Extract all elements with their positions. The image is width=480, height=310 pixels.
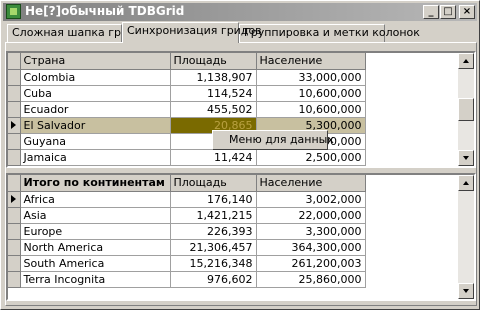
close-button[interactable]: × bbox=[459, 5, 475, 19]
cell-population[interactable]: 22,000,000 bbox=[256, 207, 366, 224]
table-row[interactable]: Jamaica 11,424 2,500,000 bbox=[8, 149, 366, 166]
cell-area[interactable]: 15,216,348 bbox=[170, 255, 257, 272]
cell-population[interactable]: 25,860,000 bbox=[256, 271, 366, 288]
cell-population[interactable]: 2,500,000 bbox=[256, 149, 366, 166]
arrow-down-icon bbox=[463, 156, 469, 160]
scroll-thumb[interactable] bbox=[458, 98, 474, 121]
cell-country[interactable]: Colombia bbox=[20, 69, 171, 86]
row-indicator bbox=[8, 85, 21, 102]
cell-population[interactable]: 10,600,000 bbox=[256, 101, 366, 118]
continents-table: Итого по континентам Площадь Население A… bbox=[8, 175, 366, 288]
cell-population[interactable]: 3,300,000 bbox=[256, 223, 366, 240]
cell-area[interactable]: 976,602 bbox=[170, 271, 257, 288]
cell-continent[interactable]: North America bbox=[20, 239, 171, 256]
title-bar[interactable]: He[?]обычный TDBGrid _ □ × bbox=[3, 3, 477, 21]
table-row[interactable]: Ecuador 455,502 10,600,000 bbox=[8, 101, 366, 118]
cell-area[interactable]: 1,138,907 bbox=[170, 69, 257, 86]
cell-continent[interactable]: South America bbox=[20, 255, 171, 272]
current-row-indicator bbox=[8, 117, 21, 134]
row-indicator bbox=[8, 271, 21, 288]
window-title: He[?]обычный TDBGrid bbox=[25, 4, 185, 18]
app-icon bbox=[6, 4, 21, 19]
maximize-button[interactable]: □ bbox=[440, 5, 456, 19]
column-header-country[interactable]: Страна bbox=[20, 53, 171, 70]
arrow-up-icon bbox=[463, 59, 469, 63]
cell-area[interactable]: 1,421,215 bbox=[170, 207, 257, 224]
top-grid-scrollbar[interactable] bbox=[458, 53, 474, 166]
row-indicator bbox=[8, 149, 21, 166]
current-row-indicator bbox=[8, 191, 21, 208]
minimize-button[interactable]: _ bbox=[423, 5, 439, 19]
cell-continent[interactable]: Africa bbox=[20, 191, 171, 208]
cell-population[interactable]: 3,002,000 bbox=[256, 191, 366, 208]
cell-area[interactable]: 455,502 bbox=[170, 101, 257, 118]
continents-grid[interactable]: Итого по континентам Площадь Население A… bbox=[6, 173, 476, 301]
tab-grid-sync[interactable]: Синхронизация гридов bbox=[122, 22, 262, 43]
scroll-down-button[interactable] bbox=[458, 283, 474, 299]
cell-population[interactable]: 364,300,000 bbox=[256, 239, 366, 256]
row-indicator bbox=[8, 133, 21, 150]
cell-continent[interactable]: Terra Incognita bbox=[20, 271, 171, 288]
arrow-down-icon bbox=[463, 289, 469, 293]
column-header-population[interactable]: Население bbox=[256, 53, 366, 70]
table-row[interactable]: North America 21,306,457 364,300,000 bbox=[8, 239, 366, 256]
current-row-arrow-icon bbox=[11, 120, 17, 129]
column-header-area[interactable]: Площадь bbox=[170, 53, 257, 70]
countries-grid[interactable]: Страна Площадь Население Colombia 1,138,… bbox=[6, 51, 476, 168]
cell-continent[interactable]: Asia bbox=[20, 207, 171, 224]
table-row[interactable]: Terra Incognita 976,602 25,860,000 bbox=[8, 271, 366, 288]
bottom-grid-scrollbar[interactable] bbox=[458, 175, 474, 299]
table-row[interactable]: Asia 1,421,215 22,000,000 bbox=[8, 207, 366, 224]
current-row-arrow-icon bbox=[11, 194, 17, 203]
cell-area[interactable]: 114,524 bbox=[170, 85, 257, 102]
row-indicator bbox=[8, 207, 21, 224]
cell-area[interactable]: 11,424 bbox=[170, 149, 257, 166]
row-indicator bbox=[8, 175, 21, 192]
column-header-continent[interactable]: Итого по континентам bbox=[20, 175, 171, 192]
cell-area[interactable]: 21,306,457 bbox=[170, 239, 257, 256]
data-menu-popup[interactable]: Меню для данных bbox=[212, 130, 334, 150]
cell-country[interactable]: Ecuador bbox=[20, 101, 171, 118]
grid-header-row: Итого по континентам Площадь Население bbox=[8, 175, 366, 192]
table-row[interactable]: Colombia 1,138,907 33,000,000 bbox=[8, 69, 366, 86]
arrow-up-icon bbox=[463, 181, 469, 185]
scroll-down-button[interactable] bbox=[458, 150, 474, 166]
table-row[interactable]: Cuba 114,524 10,600,000 bbox=[8, 85, 366, 102]
column-header-population[interactable]: Население bbox=[256, 175, 366, 192]
row-indicator bbox=[8, 255, 21, 272]
tab-complex-header[interactable]: Сложная шапка грида bbox=[7, 24, 143, 42]
row-indicator bbox=[8, 239, 21, 256]
cell-country[interactable]: Jamaica bbox=[20, 149, 171, 166]
scroll-up-button[interactable] bbox=[458, 175, 474, 191]
column-header-area[interactable]: Площадь bbox=[170, 175, 257, 192]
table-row[interactable]: Europe 226,393 3,300,000 bbox=[8, 223, 366, 240]
main-window: He[?]обычный TDBGrid _ □ × Сложная шапка… bbox=[0, 0, 480, 310]
cell-population[interactable]: 33,000,000 bbox=[256, 69, 366, 86]
row-indicator bbox=[8, 53, 21, 70]
cell-area[interactable]: 226,393 bbox=[170, 223, 257, 240]
cell-country[interactable]: Guyana bbox=[20, 133, 171, 150]
table-row[interactable]: South America 15,216,348 261,200,003 bbox=[8, 255, 366, 272]
grid-header-row: Страна Площадь Население bbox=[8, 53, 366, 70]
table-row-current[interactable]: Africa 176,140 3,002,000 bbox=[8, 191, 366, 208]
row-indicator bbox=[8, 101, 21, 118]
scroll-up-button[interactable] bbox=[458, 53, 474, 69]
cell-area[interactable]: 176,140 bbox=[170, 191, 257, 208]
cell-country[interactable]: El Salvador bbox=[20, 117, 171, 134]
row-indicator bbox=[8, 223, 21, 240]
cell-population[interactable]: 10,600,000 bbox=[256, 85, 366, 102]
tab-strip: Сложная шапка грида Синхронизация гридов… bbox=[5, 22, 477, 43]
cell-country[interactable]: Cuba bbox=[20, 85, 171, 102]
cell-population[interactable]: 261,200,003 bbox=[256, 255, 366, 272]
row-indicator bbox=[8, 69, 21, 86]
cell-continent[interactable]: Europe bbox=[20, 223, 171, 240]
